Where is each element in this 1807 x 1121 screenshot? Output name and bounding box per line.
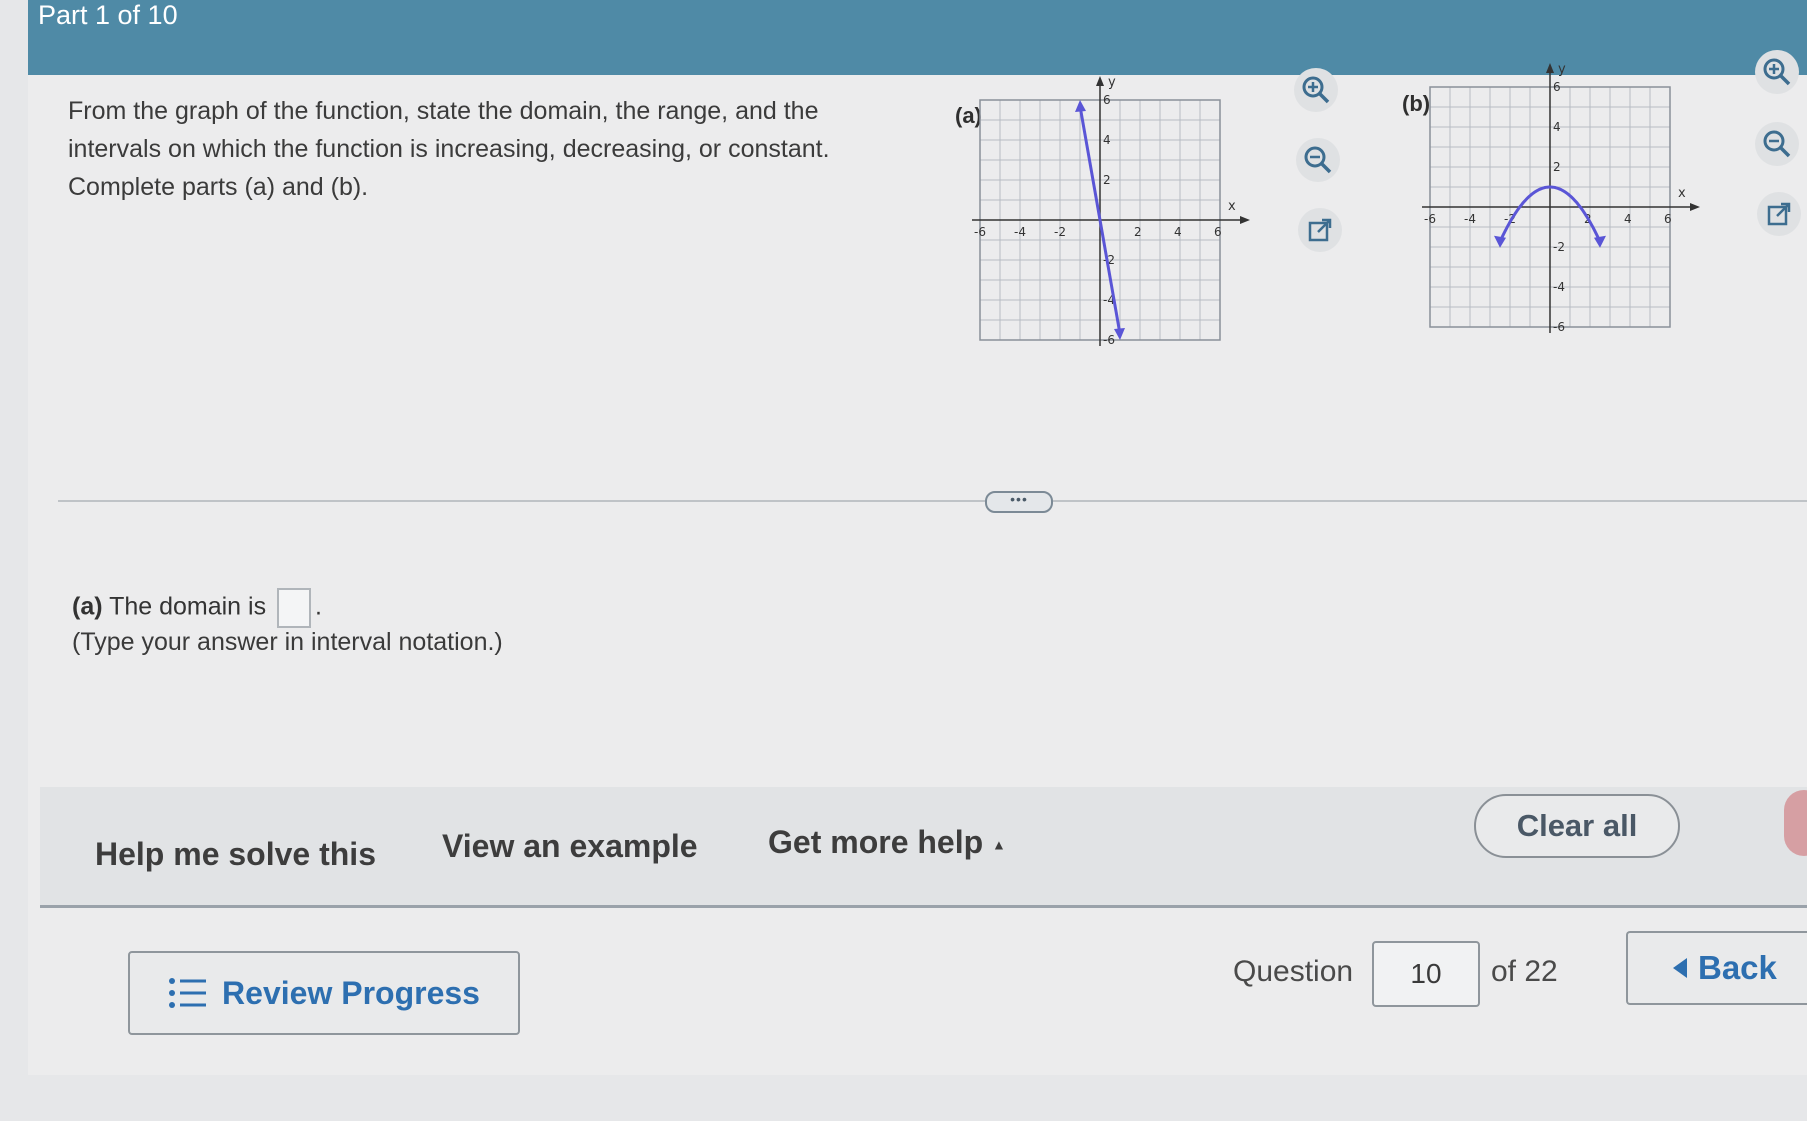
- x-axis-label: x: [1678, 186, 1686, 201]
- expand-ellipsis-button[interactable]: •••: [985, 491, 1053, 513]
- x-tick-label: -2: [1054, 225, 1066, 239]
- arrow-up-icon: [1075, 100, 1086, 112]
- y-tick-label: 4: [1553, 120, 1561, 134]
- popout-icon: [1767, 202, 1791, 226]
- zoom-out-button-a[interactable]: [1296, 138, 1340, 182]
- y-axis-arrow-icon: [1546, 63, 1554, 73]
- y-tick-label: 4: [1103, 133, 1111, 147]
- review-progress-label: Review Progress: [222, 974, 480, 1011]
- y-tick-label: 2: [1103, 173, 1111, 187]
- graph-a[interactable]: xy-6 -4 -2 2 4 6642-2-4-6: [970, 75, 1270, 405]
- y-tick-label: 6: [1553, 80, 1561, 94]
- section-divider: [58, 500, 1807, 502]
- x-tick-label: 6: [1214, 225, 1222, 239]
- x-axis-arrow-icon: [1240, 216, 1250, 224]
- question-label: Question: [1233, 955, 1354, 988]
- x-tick-label: -4: [1464, 212, 1476, 226]
- y-tick-label: -6: [1553, 320, 1565, 334]
- clear-all-button[interactable]: Clear all: [1474, 794, 1680, 858]
- y-tick-label: 2: [1553, 160, 1561, 174]
- x-tick-label: -6: [974, 225, 986, 239]
- answer-hint: (Type your answer in interval notation.): [72, 628, 503, 656]
- y-axis-label: y: [1108, 75, 1116, 90]
- x-tick-label: 4: [1624, 212, 1632, 226]
- zoom-in-icon: [1763, 58, 1791, 86]
- back-label: Back: [1698, 949, 1777, 986]
- back-button[interactable]: Back: [1626, 931, 1807, 1005]
- zoom-out-icon: [1304, 146, 1332, 174]
- help-me-solve-link[interactable]: Help me solve this: [95, 836, 376, 873]
- x-tick-label: -4: [1014, 225, 1026, 239]
- view-example-link[interactable]: View an example: [442, 828, 698, 865]
- y-tick-label: -2: [1553, 240, 1565, 254]
- zoom-out-icon: [1763, 130, 1791, 158]
- x-axis-arrow-icon: [1690, 203, 1700, 211]
- popout-icon: [1308, 218, 1332, 242]
- y-axis-label: y: [1558, 62, 1566, 77]
- triangle-left-icon: [1673, 958, 1687, 978]
- zoom-in-icon: [1302, 76, 1330, 104]
- arrow-down-right-icon: [1594, 235, 1606, 248]
- question-total: of 22: [1491, 955, 1558, 988]
- arrow-down-left-icon: [1494, 235, 1506, 248]
- x-tick-label: 6: [1664, 212, 1672, 226]
- list-icon: [169, 978, 207, 1008]
- zoom-in-button-b[interactable]: [1755, 50, 1799, 94]
- answer-text-after: .: [315, 592, 322, 621]
- y-axis-arrow-icon: [1096, 76, 1104, 86]
- popout-button-a[interactable]: [1298, 208, 1342, 252]
- part-label: Part 1 of 10: [38, 0, 178, 30]
- answer-text-before: The domain is: [109, 592, 267, 621]
- question-number-input[interactable]: 10: [1372, 941, 1480, 1007]
- x-axis-label: x: [1228, 199, 1236, 214]
- caret-up-icon: ▲: [992, 836, 1006, 853]
- zoom-in-button-a[interactable]: [1294, 68, 1338, 112]
- x-tick-label: -6: [1424, 212, 1436, 226]
- answer-part-label: (a): [72, 592, 103, 621]
- arrow-down-icon: [1114, 328, 1125, 340]
- y-tick-label: -6: [1103, 333, 1115, 347]
- zoom-out-button-b[interactable]: [1755, 122, 1799, 166]
- footer-divider: [40, 905, 1807, 908]
- get-more-help-label: Get more help: [768, 824, 984, 860]
- question-prompt: From the graph of the function, state th…: [68, 97, 830, 201]
- check-answer-button-partial[interactable]: [1784, 790, 1807, 856]
- y-tick-label: 6: [1103, 93, 1111, 107]
- answer-line: (a) The domain is .: [72, 588, 322, 628]
- x-tick-label: 2: [1134, 225, 1142, 239]
- get-more-help-link[interactable]: Get more help ▲: [768, 824, 1006, 861]
- y-tick-label: -4: [1553, 280, 1565, 294]
- graph-b[interactable]: xy-6 -4 -2 2 4 6642-2-4-6: [1420, 62, 1720, 392]
- popout-button-b[interactable]: [1757, 192, 1801, 236]
- x-tick-label: 4: [1174, 225, 1182, 239]
- review-progress-button[interactable]: Review Progress: [128, 951, 520, 1035]
- domain-answer-input[interactable]: [277, 588, 312, 628]
